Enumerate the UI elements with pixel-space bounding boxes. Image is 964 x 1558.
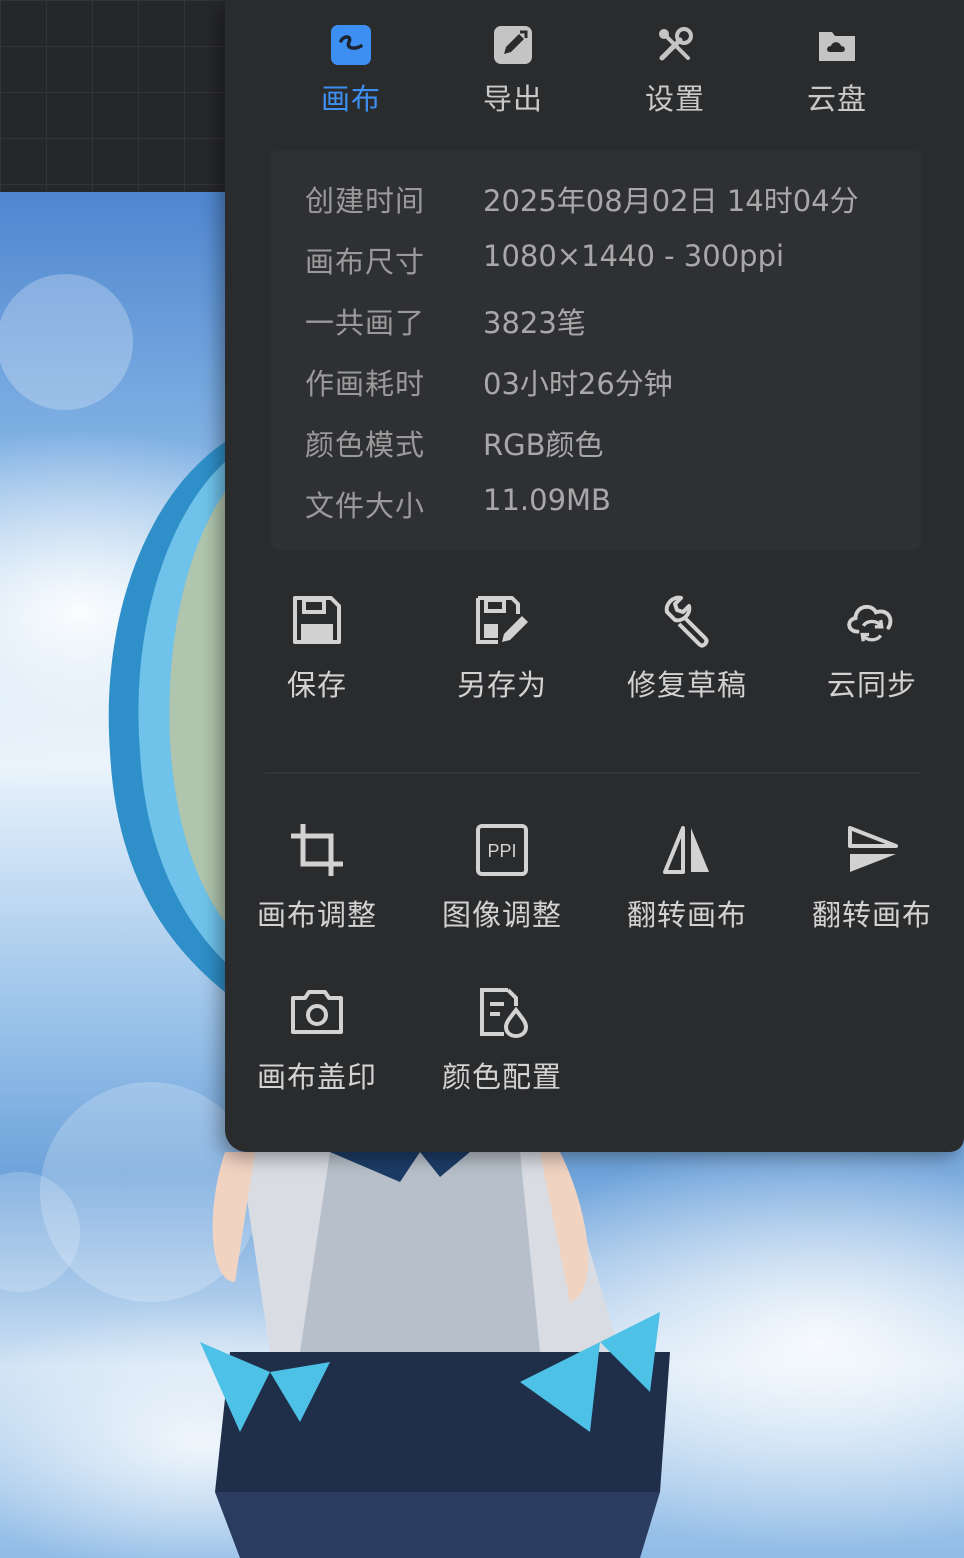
image-adjust-button[interactable]: PPI 图像调整 (417, 820, 587, 960)
save-button[interactable]: 保存 (232, 590, 402, 730)
canvas-stamp-label: 画布盖印 (256, 1060, 377, 1094)
info-value: 1080×1440 - 300ppi (483, 239, 785, 273)
canvas-icon (330, 24, 372, 66)
tab-canvas[interactable]: 画布 (276, 0, 426, 130)
repair-draft-icon (657, 590, 717, 650)
info-value: 2025年08月02日 14时04分 (483, 184, 859, 218)
info-key: 作画耗时 (305, 367, 426, 401)
camera-icon (287, 982, 347, 1042)
flip-horizontal-icon (657, 820, 717, 880)
flip-horizontal-label: 翻转画布 (626, 898, 747, 932)
repair-draft-label: 修复草稿 (626, 668, 747, 702)
cloud-sync-icon (842, 590, 902, 650)
info-key: 一共画了 (305, 306, 426, 340)
export-icon (492, 24, 534, 66)
canvas-menu-panel: 画布 导出 设置 云盘 创建时间 2025年08月02日 14时04分 画布尺寸… (225, 0, 964, 1152)
flip-vertical-icon (842, 820, 902, 880)
color-profile-label: 颜色配置 (441, 1060, 562, 1094)
tab-cloud-drive[interactable]: 云盘 (762, 0, 912, 130)
tab-settings[interactable]: 设置 (600, 0, 750, 130)
crop-icon (287, 820, 347, 880)
cloud-sync-label: 云同步 (826, 668, 917, 702)
tab-canvas-label: 画布 (320, 82, 381, 116)
save-as-icon (472, 590, 532, 650)
info-row-created: 创建时间 2025年08月02日 14时04分 (270, 178, 922, 222)
info-key: 颜色模式 (305, 428, 426, 462)
repair-draft-button[interactable]: 修复草稿 (602, 590, 772, 730)
save-as-label: 另存为 (456, 668, 547, 702)
color-profile-icon (472, 982, 532, 1042)
canvas-adjust-label: 画布调整 (256, 898, 377, 932)
cloud-drive-icon (816, 24, 858, 66)
file-actions: 保存 另存为 修复草稿 云同步 (225, 590, 964, 740)
flip-vertical-label: 翻转画布 (811, 898, 932, 932)
info-row-strokes: 一共画了 3823笔 (270, 300, 922, 344)
save-as-button[interactable]: 另存为 (417, 590, 587, 730)
canvas-tools: 画布调整 PPI 图像调整 翻转画布 翻转画布 画布盖印 颜色配置 (225, 810, 964, 1130)
info-key: 创建时间 (305, 184, 426, 218)
ppi-icon: PPI (472, 820, 532, 880)
cloud-sync-button[interactable]: 云同步 (787, 590, 957, 730)
settings-icon (654, 24, 696, 66)
info-row-time-spent: 作画耗时 03小时26分钟 (270, 361, 922, 405)
save-icon (287, 590, 347, 650)
info-key: 画布尺寸 (305, 245, 426, 279)
image-adjust-label: 图像调整 (441, 898, 562, 932)
canvas-info-card: 创建时间 2025年08月02日 14时04分 画布尺寸 1080×1440 -… (270, 150, 922, 550)
ppi-icon-text: PPI (487, 841, 516, 861)
tab-export-label: 导出 (482, 82, 543, 116)
save-label: 保存 (286, 668, 347, 702)
info-value: RGB颜色 (483, 428, 604, 462)
section-divider (265, 772, 921, 774)
flip-vertical-button[interactable]: 翻转画布 (787, 820, 957, 960)
info-row-file-size: 文件大小 11.09MB (270, 483, 922, 527)
canvas-adjust-button[interactable]: 画布调整 (232, 820, 402, 960)
tab-settings-label: 设置 (644, 82, 705, 116)
tab-cloud-drive-label: 云盘 (806, 82, 867, 116)
info-row-canvas-size: 画布尺寸 1080×1440 - 300ppi (270, 239, 922, 283)
info-value: 11.09MB (483, 483, 611, 517)
info-value: 3823笔 (483, 306, 586, 340)
canvas-stamp-button[interactable]: 画布盖印 (232, 982, 402, 1122)
flip-horizontal-button[interactable]: 翻转画布 (602, 820, 772, 960)
tab-export[interactable]: 导出 (438, 0, 588, 130)
color-profile-button[interactable]: 颜色配置 (417, 982, 587, 1122)
info-key: 文件大小 (305, 489, 426, 523)
info-value: 03小时26分钟 (483, 367, 673, 401)
info-row-color-mode: 颜色模式 RGB颜色 (270, 422, 922, 466)
menu-tabs: 画布 导出 设置 云盘 (225, 0, 964, 130)
